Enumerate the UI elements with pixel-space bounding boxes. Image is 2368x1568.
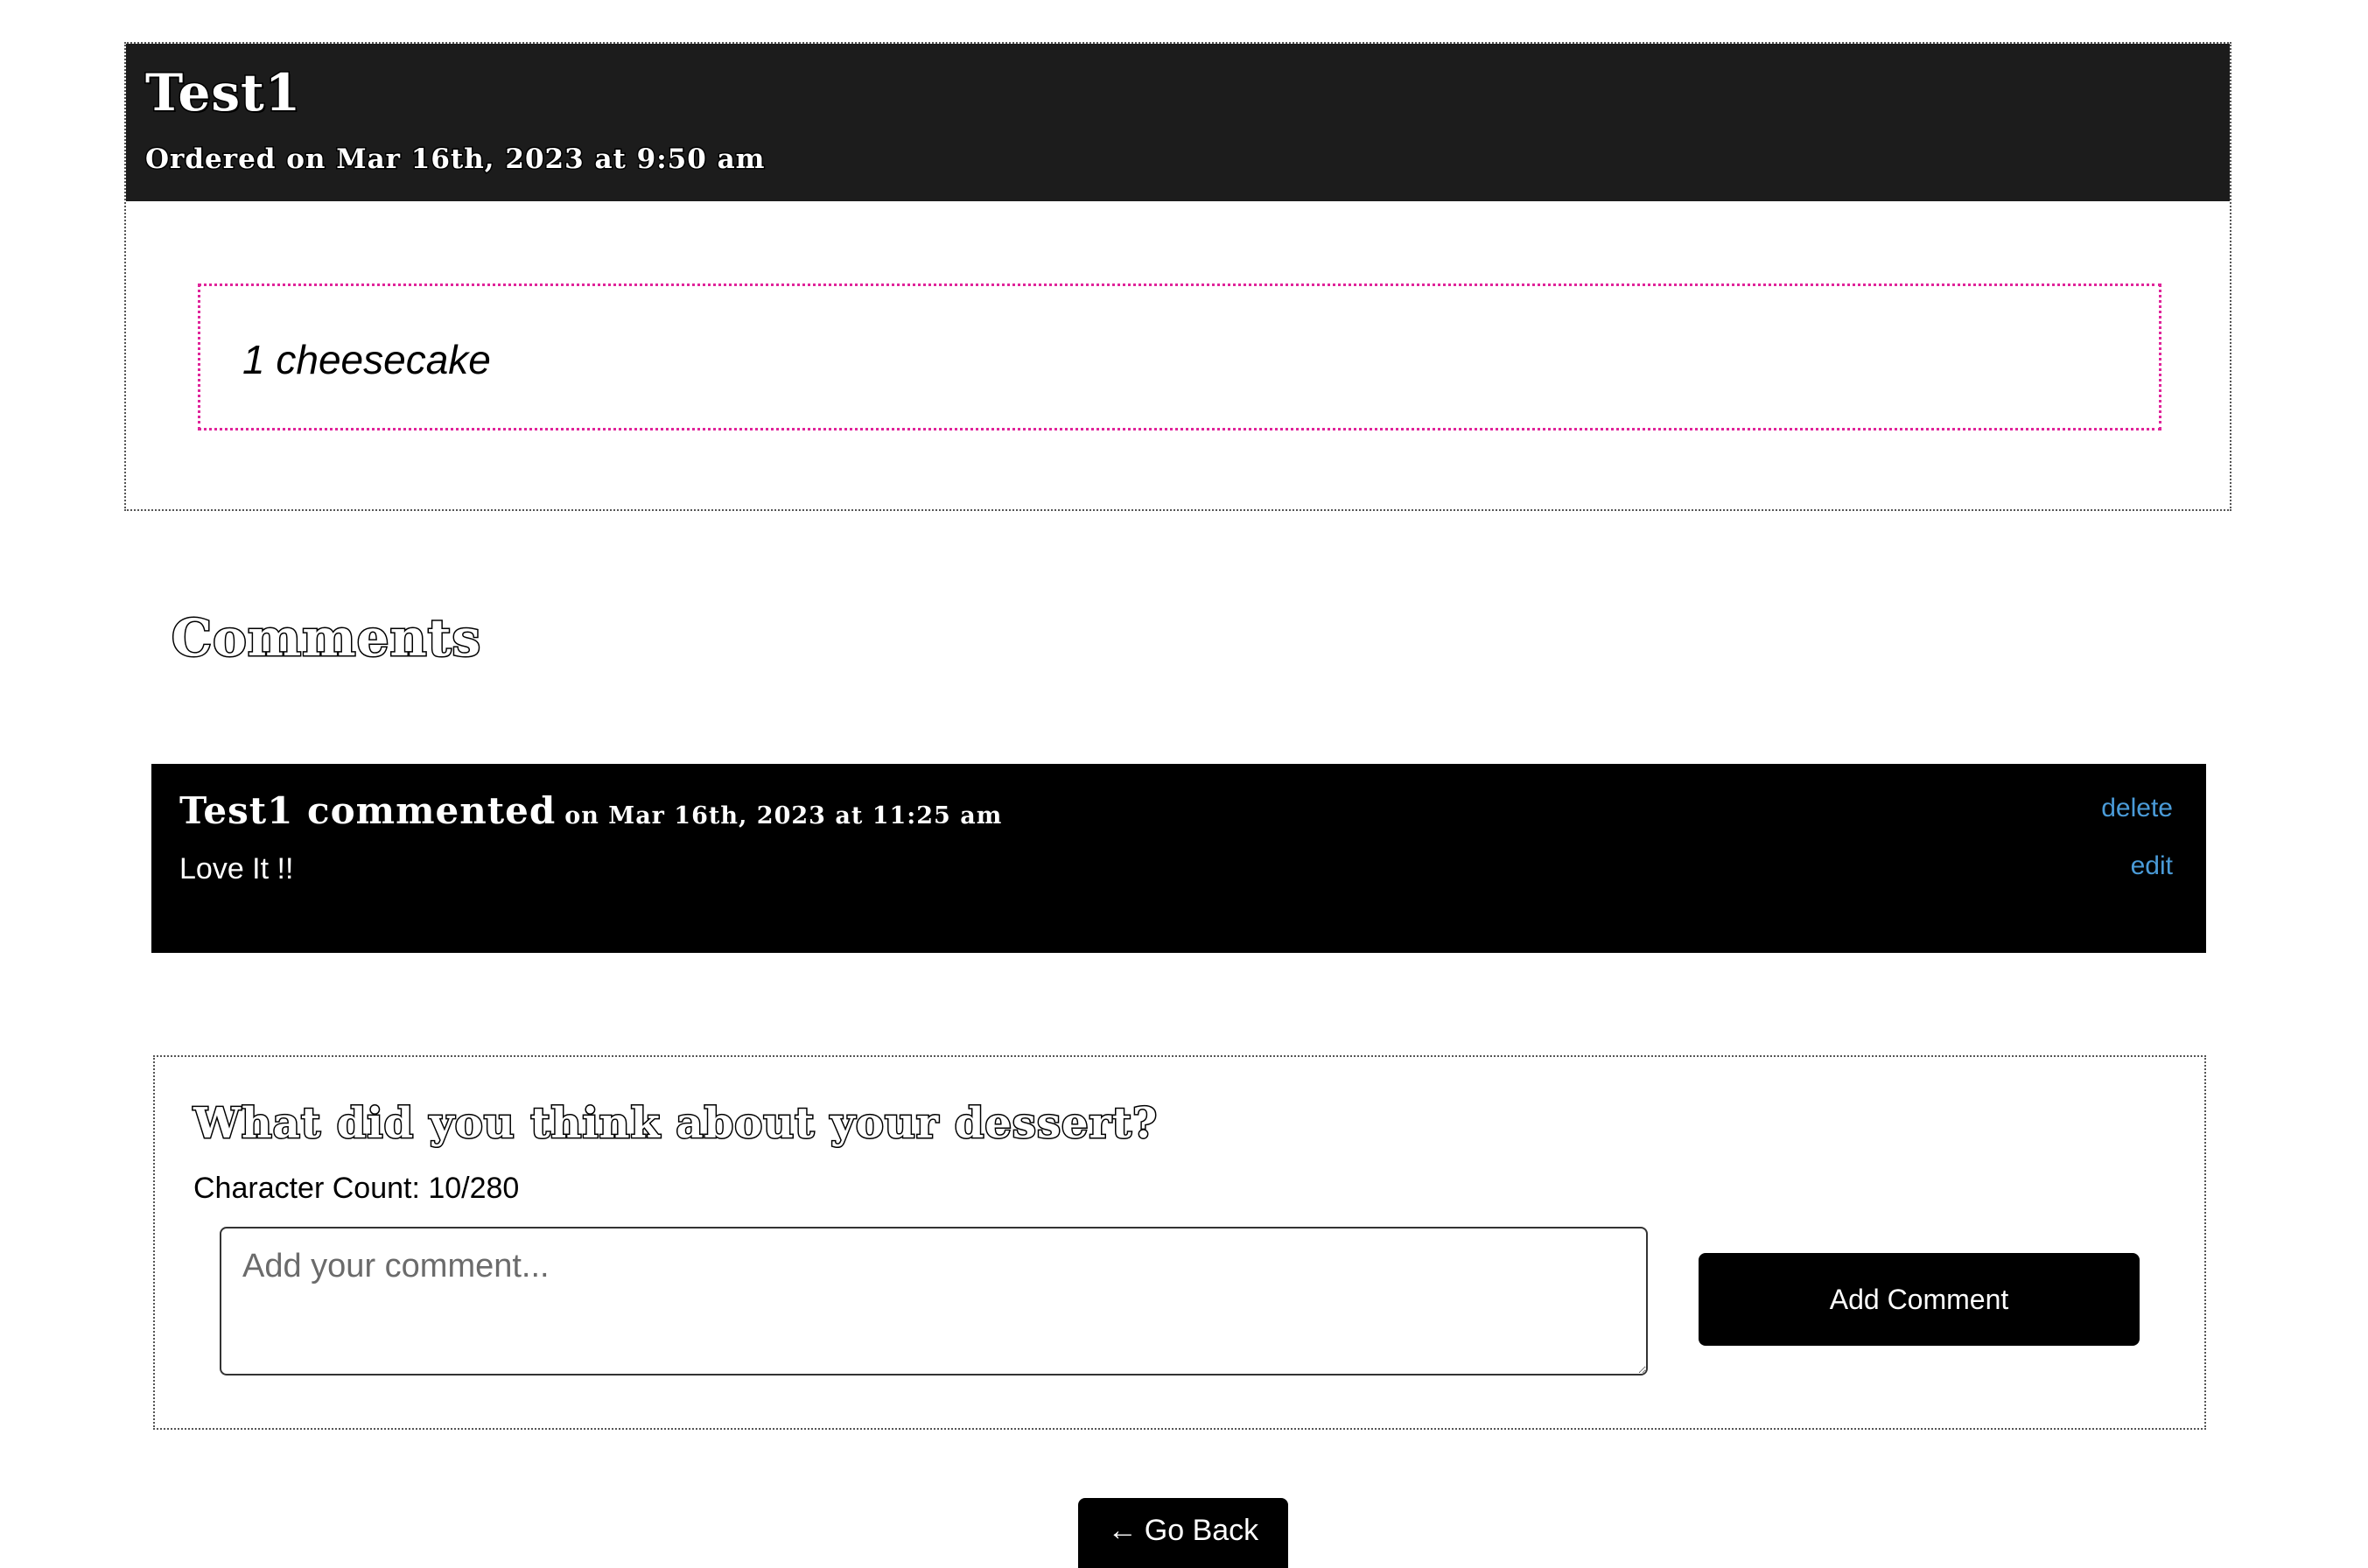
arrow-left-icon: ← (1107, 1514, 1138, 1547)
order-item: 1 cheesecake (242, 337, 491, 382)
order-date: Ordered on Mar 16th, 2023 at 9:50 am (144, 143, 766, 177)
comment-form-title: What did you think about your dessert? (192, 1098, 1159, 1150)
comments-heading: Comments (170, 607, 482, 669)
character-count: Character Count: 10/280 (193, 1172, 520, 1205)
order-title: Test1 (144, 62, 302, 124)
comment-body: Love It !! (179, 852, 294, 886)
go-back-label: Go Back (1144, 1514, 1259, 1547)
comment-date: on Mar 16th, 2023 at 11:25 am (564, 802, 1003, 831)
order-items-list: 1 cheesecake (198, 284, 2161, 430)
comment-header: Test1 commented on Mar 16th, 2023 at 11:2… (178, 788, 1003, 839)
comment-item: Test1 commented on Mar 16th, 2023 at 11:2… (151, 764, 2206, 953)
comment-input[interactable] (220, 1227, 1648, 1376)
delete-comment-link[interactable]: delete (2101, 794, 2173, 823)
comment-form: What did you think about your dessert? C… (153, 1055, 2206, 1430)
go-back-button[interactable]: ← Go Back (1078, 1498, 1288, 1568)
order-header: Test1 Ordered on Mar 16th, 2023 at 9:50 … (126, 44, 2230, 201)
comment-author: Test1 commented (178, 788, 557, 834)
edit-comment-link[interactable]: edit (2131, 851, 2173, 881)
order-card: Test1 Ordered on Mar 16th, 2023 at 9:50 … (124, 42, 2231, 511)
add-comment-button[interactable]: Add Comment (1699, 1253, 2140, 1346)
